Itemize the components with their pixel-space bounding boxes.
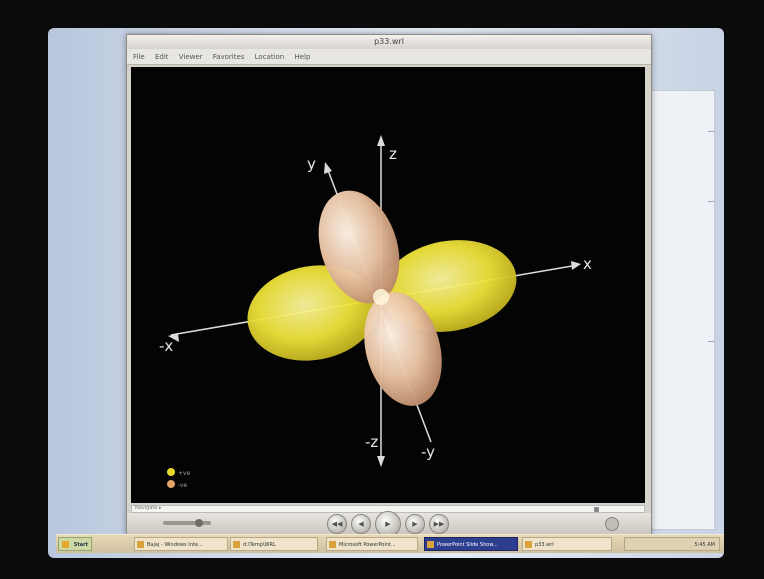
taskbar-item-player[interactable]: p33.wrl bbox=[522, 537, 612, 551]
system-tray[interactable]: 5:45 AM bbox=[624, 537, 720, 551]
neg-y-axis-label: -y bbox=[421, 443, 435, 461]
legend-negative-swatch bbox=[167, 480, 175, 488]
next-icon: ▶ bbox=[412, 520, 418, 528]
folder-icon bbox=[233, 541, 240, 548]
player-icon bbox=[525, 541, 532, 548]
menu-edit[interactable]: Edit bbox=[155, 53, 169, 61]
previous-icon: ◀ bbox=[358, 520, 364, 528]
taskbar-item-label: d:\Temp\WRL bbox=[243, 542, 276, 548]
y-axis-label: y bbox=[307, 155, 316, 173]
seek-thumb[interactable] bbox=[594, 507, 599, 512]
nucleus-highlight bbox=[373, 289, 389, 305]
start-button[interactable]: Start bbox=[58, 537, 92, 551]
powerpoint-icon bbox=[329, 541, 336, 548]
y-axis-arrow bbox=[324, 162, 332, 174]
window-title: p33.wrl bbox=[374, 37, 404, 46]
x-axis-arrow bbox=[571, 261, 581, 270]
fast-forward-icon: ▶▶ bbox=[433, 520, 445, 528]
neg-x-axis-label: -x bbox=[159, 337, 173, 355]
3d-viewport[interactable]: z -z y -y x -x +ve -ve bbox=[131, 67, 645, 503]
taskbar-item-label: Bajaj - Windows Inte... bbox=[147, 542, 203, 548]
legend-positive-label: +ve bbox=[178, 470, 191, 477]
taskbar-item-label: p33.wrl bbox=[535, 542, 554, 548]
taskbar: Start Bajaj - Windows Inte... d:\Temp\WR… bbox=[56, 534, 724, 553]
fast-forward-button[interactable]: ▶▶ bbox=[429, 514, 449, 534]
start-label: Start bbox=[73, 542, 88, 548]
window-titlebar[interactable]: p33.wrl bbox=[127, 35, 651, 49]
legend-positive-swatch bbox=[167, 468, 175, 476]
next-button[interactable]: ▶ bbox=[405, 514, 425, 534]
playback-controls: ◀◀ ◀ ▶ ▶ ▶▶ bbox=[127, 511, 651, 537]
menu-help[interactable]: Help bbox=[294, 53, 310, 61]
settings-button[interactable] bbox=[605, 517, 619, 531]
taskbar-item-slideshow[interactable]: PowerPoint Slide Show... bbox=[424, 537, 518, 551]
x-axis-label: x bbox=[583, 255, 592, 273]
menu-file[interactable]: File bbox=[133, 53, 145, 61]
neg-z-axis-arrow bbox=[377, 456, 385, 467]
play-icon: ▶ bbox=[385, 520, 391, 528]
rewind-button[interactable]: ◀◀ bbox=[327, 514, 347, 534]
sheet-tick bbox=[708, 201, 714, 202]
taskbar-item-browser[interactable]: Bajaj - Windows Inte... bbox=[134, 537, 228, 551]
menu-viewer[interactable]: Viewer bbox=[179, 53, 203, 61]
sheet-tick bbox=[708, 131, 714, 132]
menu-location[interactable]: Location bbox=[255, 53, 285, 61]
vrml-player-window[interactable]: p33.wrl File Edit Viewer Favorites Locat… bbox=[126, 34, 652, 537]
menu-favorites[interactable]: Favorites bbox=[213, 53, 245, 61]
neg-z-axis-label: -z bbox=[365, 433, 378, 451]
rewind-icon: ◀◀ bbox=[331, 520, 343, 528]
z-axis-arrow bbox=[377, 135, 385, 146]
legend-negative-label: -ve bbox=[178, 482, 188, 489]
windows-logo-icon bbox=[62, 541, 69, 548]
volume-knob[interactable] bbox=[195, 519, 203, 527]
volume-slider[interactable] bbox=[163, 519, 211, 527]
taskbar-item-label: PowerPoint Slide Show... bbox=[437, 542, 498, 548]
navigation-label: Navigate ▸ bbox=[135, 505, 162, 511]
menu-bar: File Edit Viewer Favorites Location Help bbox=[127, 49, 651, 65]
taskbar-item-label: Microsoft PowerPoint... bbox=[339, 542, 396, 548]
taskbar-item-powerpoint[interactable]: Microsoft PowerPoint... bbox=[326, 537, 418, 551]
sheet-tick bbox=[708, 341, 714, 342]
previous-button[interactable]: ◀ bbox=[351, 514, 371, 534]
browser-icon bbox=[137, 541, 144, 548]
orbital-scene: z -z y -y x -x +ve -ve bbox=[159, 135, 592, 489]
clock: 5:45 AM bbox=[694, 542, 715, 548]
z-axis-label: z bbox=[389, 145, 397, 163]
slideshow-icon bbox=[427, 541, 434, 548]
taskbar-item-folder[interactable]: d:\Temp\WRL bbox=[230, 537, 318, 551]
